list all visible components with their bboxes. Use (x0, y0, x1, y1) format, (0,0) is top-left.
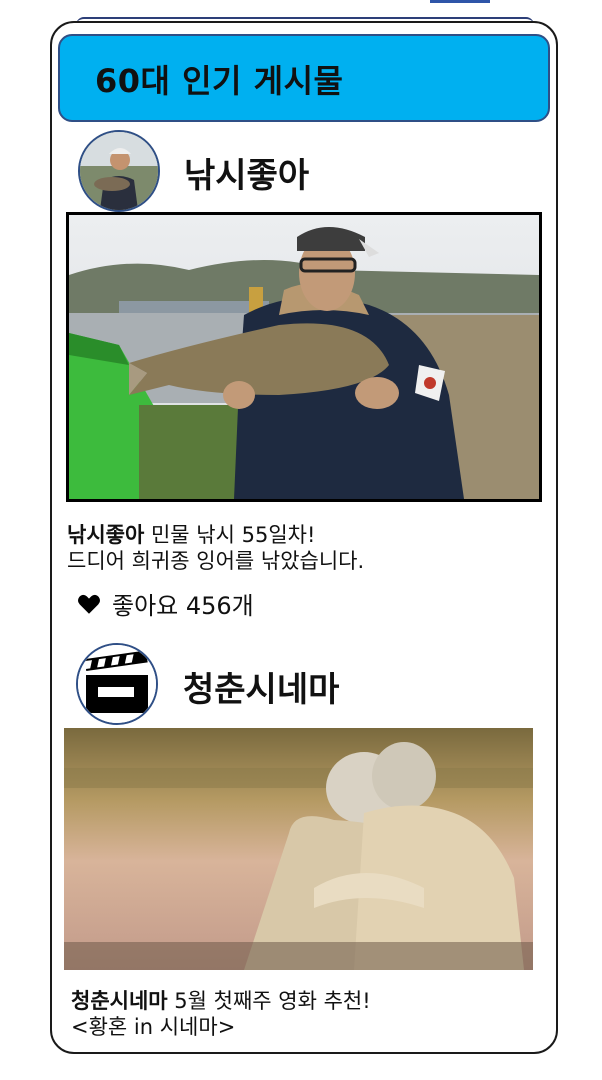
post-username[interactable]: 낚시좋아 (184, 148, 309, 197)
clapperboard-icon (78, 645, 156, 723)
avatar-cinema[interactable] (76, 643, 158, 725)
heart-icon[interactable] (76, 591, 102, 617)
top-accent-bar (430, 0, 490, 3)
caption-text-line1: 5월 첫째주 영화 추천! (174, 989, 371, 1013)
elderly-couple-sunset-photo (64, 728, 533, 970)
avatar-fisherman[interactable] (78, 130, 160, 212)
caption-text-line2: <황혼 in 시네마> (71, 1015, 236, 1039)
post-caption: 청춘시네마 5월 첫째주 영화 추천! <황혼 in 시네마> (71, 988, 371, 1040)
likes-count: 좋아요 456개 (112, 592, 254, 620)
caption-text-line2: 드디어 희귀종 잉어를 낚았습니다. (67, 549, 365, 573)
post-caption: 낚시좋아 민물 낚시 55일차! 드디어 희귀종 잉어를 낚았습니다. (67, 522, 364, 574)
feed-header: 60대 인기 게시물 (58, 34, 550, 122)
likes-row: 좋아요 456개 (76, 586, 254, 621)
caption-username[interactable]: 낚시좋아 (67, 523, 144, 547)
fisherman-avatar-icon (80, 132, 158, 210)
caption-username[interactable]: 청춘시네마 (71, 989, 168, 1013)
man-holding-carp-photo (69, 215, 539, 499)
post-photo-couple[interactable] (64, 728, 533, 970)
post-photo-fishing[interactable] (66, 212, 542, 502)
post-username[interactable]: 청춘시네마 (183, 662, 339, 711)
caption-text-line1: 민물 낚시 55일차! (150, 523, 316, 547)
page-title: 60대 인기 게시물 (95, 62, 344, 100)
